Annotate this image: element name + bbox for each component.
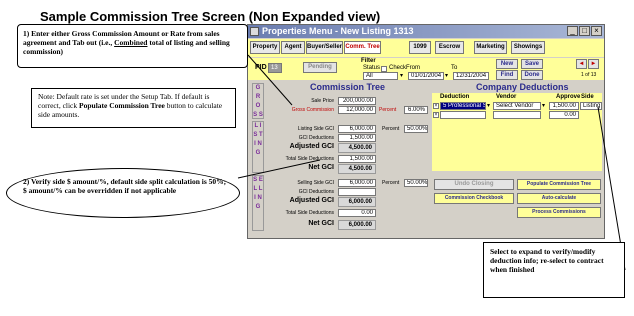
callout-3-text: Select to expand to verify/modify deduct… (490, 247, 604, 274)
callout-2-text: 2) Verify side $ amount/%, default side … (23, 177, 227, 195)
note-label: Note: (38, 92, 55, 101)
callout-1-text: 1) Enter either Gross Commission Amount … (23, 29, 245, 56)
callout-enter-gross-commission: 1) Enter either Gross Commission Amount … (17, 24, 248, 68)
callout-expand-deduction: Select to expand to verify/modify deduct… (483, 242, 625, 298)
callout-1-emphasis: Combined (114, 38, 148, 47)
note-text: Note: Default rate is set under the Setu… (38, 92, 233, 119)
callout-2-connector (237, 159, 321, 179)
note-button-name: Populate Commission Tree (79, 101, 165, 110)
callout-1-connector (247, 54, 293, 106)
callout-verify-side-amount: 2) Verify side $ amount/%, default side … (6, 168, 240, 218)
callout-1-number: 1) (23, 29, 30, 38)
note-box: Note: Default rate is set under the Setu… (31, 88, 236, 128)
